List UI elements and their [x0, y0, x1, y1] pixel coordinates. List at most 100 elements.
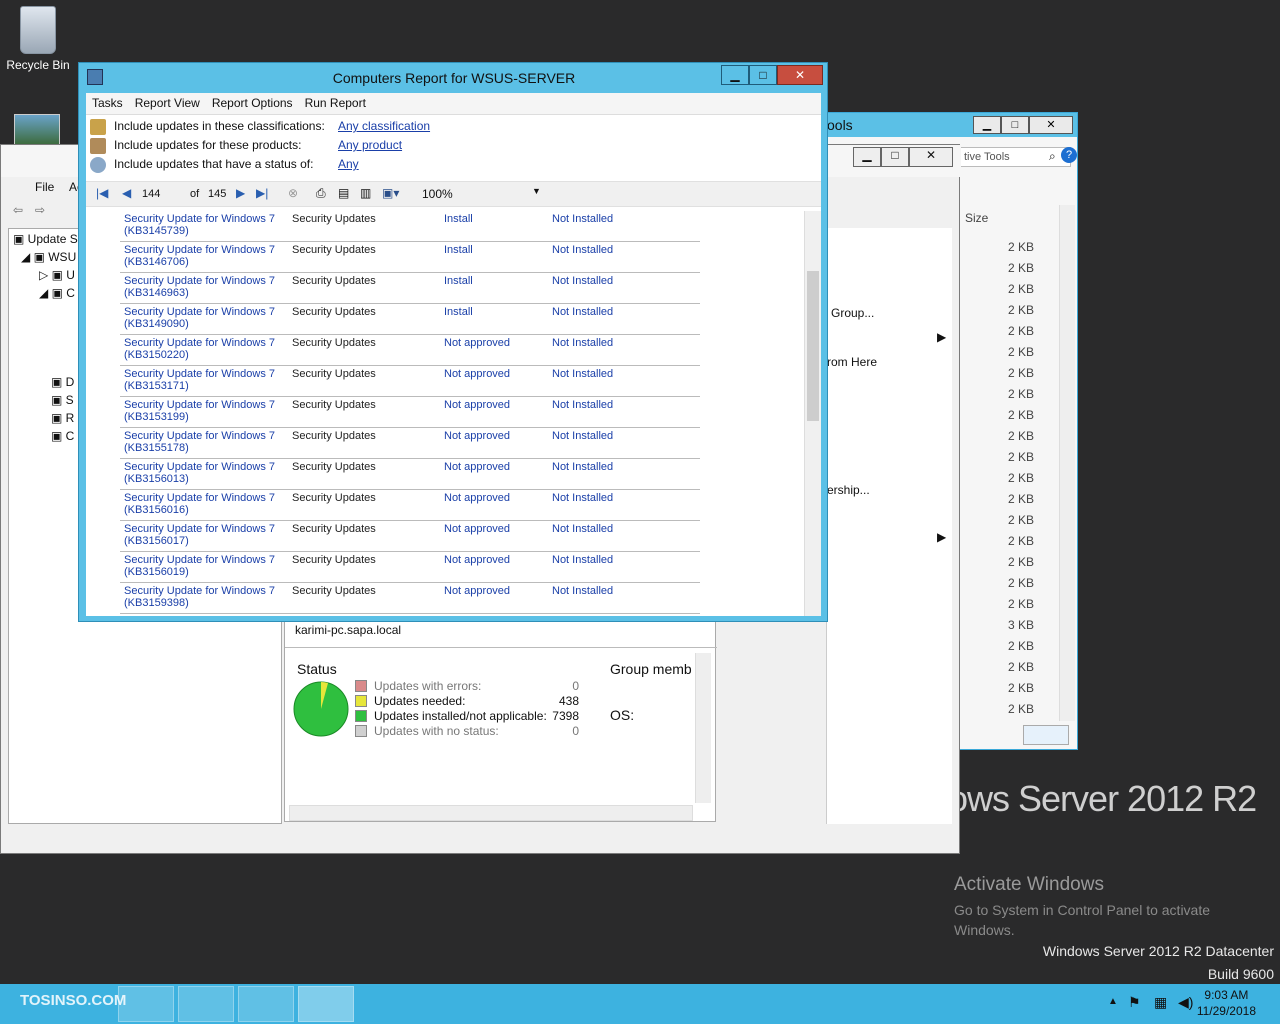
computers-report-window[interactable]: Computers Report for WSUS-SERVER ▁ □ ✕ T… [78, 62, 828, 622]
update-title-link[interactable]: Security Update for Windows 7 (KB3153199) [124, 399, 284, 423]
action-membership[interactable]: ership... [827, 483, 870, 497]
previous-page-icon[interactable]: ◀ [122, 186, 131, 200]
next-page-icon[interactable]: ▶ [236, 186, 245, 200]
update-title-link[interactable]: Security Update for Windows 7 (KB3153171) [124, 368, 284, 392]
maximize-button[interactable]: □ [1001, 116, 1029, 134]
action-remove-from-here[interactable]: rom Here [827, 355, 877, 369]
first-page-icon[interactable]: |◀ [96, 186, 108, 200]
tree-item-synchronizations[interactable]: ▣ S [51, 393, 74, 407]
menu-report-options[interactable]: Report Options [206, 93, 299, 113]
status-cell[interactable]: Not Installed [552, 399, 613, 411]
volume-icon[interactable]: ◀) [1178, 994, 1193, 1011]
status-cell[interactable]: Not Installed [552, 492, 613, 504]
approval-cell[interactable]: Not approved [444, 368, 510, 380]
approval-cell[interactable]: Not approved [444, 585, 510, 597]
scroll-thumb[interactable] [807, 271, 819, 421]
detail-horizontal-scrollbar[interactable] [289, 805, 693, 821]
update-title-link[interactable]: Security Update for Windows 7 (KB3146963) [124, 275, 284, 299]
taskbar-clock[interactable]: 9:03 AM 11/29/2018 [1197, 987, 1256, 1019]
update-title-link[interactable]: Security Update for Windows 7 (KB3156013) [124, 461, 284, 485]
tree-item-updates[interactable]: ▷ ▣ U [39, 268, 75, 282]
wsus-taskbar-button[interactable] [298, 986, 354, 1022]
mmc-minimize-button[interactable]: ▁ [853, 147, 881, 167]
update-title-link[interactable]: Security Update for Windows 7 (KB3156019) [124, 554, 284, 578]
any-classification-link[interactable]: Any classification [338, 117, 430, 136]
tree-item-options[interactable]: ▣ C [51, 429, 74, 443]
network-icon[interactable]: ▦ [1154, 994, 1167, 1011]
tree-item-wsus-server[interactable]: ◢ ▣ WSU [21, 250, 76, 264]
approval-cell[interactable]: Not approved [444, 337, 510, 349]
status-cell[interactable]: Not Installed [552, 306, 613, 318]
approval-cell[interactable]: Not approved [444, 399, 510, 411]
back-arrow-icon[interactable]: ⇦ [13, 203, 29, 217]
approval-cell[interactable]: Install [444, 244, 473, 256]
mmc-close-button[interactable]: ✕ [909, 147, 953, 167]
update-title-link[interactable]: Security Update for Windows 7 (KB3150220) [124, 337, 284, 361]
report-minimize-button[interactable]: ▁ [721, 65, 749, 85]
recycle-bin-desktop-icon[interactable]: Recycle Bin [4, 6, 72, 72]
menu-report-view[interactable]: Report View [129, 93, 206, 113]
status-cell[interactable]: Not Installed [552, 430, 613, 442]
approval-cell[interactable]: Not approved [444, 461, 510, 473]
approval-cell[interactable]: Install [444, 213, 473, 225]
status-cell[interactable]: Not Installed [552, 585, 613, 597]
status-cell[interactable]: Not Installed [552, 337, 613, 349]
stop-icon[interactable]: ⊗ [288, 186, 298, 200]
action-center-flag-icon[interactable]: ⚑ [1128, 994, 1141, 1011]
any-status-link[interactable]: Any [338, 155, 359, 174]
approval-cell[interactable]: Not approved [444, 492, 510, 504]
page-number-input[interactable]: 144 [142, 188, 182, 200]
tree-item-computers[interactable]: ◢ ▣ C [39, 286, 75, 300]
forward-arrow-icon[interactable]: ⇨ [35, 203, 51, 217]
approval-cell[interactable]: Install [444, 306, 473, 318]
update-title-link[interactable]: Security Update for Windows 7 (KB3155178) [124, 430, 284, 454]
any-product-link[interactable]: Any product [338, 136, 402, 155]
approval-cell[interactable]: Not approved [444, 554, 510, 566]
menu-tasks[interactable]: Tasks [86, 93, 129, 113]
update-title-link[interactable]: Security Update for Windows 7 (KB3146706) [124, 244, 284, 268]
menu-file[interactable]: File [35, 180, 54, 194]
last-page-icon[interactable]: ▶| [256, 186, 268, 200]
report-vertical-scrollbar[interactable] [804, 211, 821, 616]
status-cell[interactable]: Not Installed [552, 554, 613, 566]
status-cell[interactable]: Not Installed [552, 368, 613, 380]
minimize-button[interactable]: ▁ [973, 116, 1001, 134]
help-icon[interactable]: ? [1061, 147, 1077, 163]
report-close-button[interactable]: ✕ [777, 65, 823, 85]
update-title-link[interactable]: Security Update for Windows 7 (KB3145739) [124, 213, 284, 237]
update-title-link[interactable]: Security Update for Windows 7 (KB3159398) [124, 585, 284, 609]
report-maximize-button[interactable]: □ [749, 65, 777, 85]
explorer-taskbar-button[interactable] [178, 986, 234, 1022]
server-manager-taskbar-button[interactable] [238, 986, 294, 1022]
export-icon[interactable]: ▣▾ [382, 186, 399, 200]
update-title-link[interactable]: Security Update for Windows 7 (KB3149090) [124, 306, 284, 330]
approval-cell[interactable]: Not approved [444, 430, 510, 442]
update-title-link[interactable]: Security Update for Windows 7 (KB3156017) [124, 523, 284, 547]
admin-tools-scrollbar[interactable] [1059, 205, 1075, 721]
tray-expand-icon[interactable]: ▲ [1108, 996, 1118, 1007]
status-cell[interactable]: Not Installed [552, 244, 613, 256]
details-view-icon[interactable] [1023, 725, 1069, 745]
mmc-maximize-button[interactable]: □ [881, 147, 909, 167]
update-title-link[interactable]: Security Update for Windows 7 (KB3156016) [124, 492, 284, 516]
status-cell[interactable]: Not Installed [552, 523, 613, 535]
powershell-taskbar-button[interactable] [118, 986, 174, 1022]
tree-item-reports[interactable]: ▣ R [51, 411, 74, 425]
zoom-select[interactable]: 100% [422, 187, 542, 201]
status-cell[interactable]: Not Installed [552, 213, 613, 225]
print-layout-icon[interactable]: ▤ [338, 186, 349, 200]
menu-run-report[interactable]: Run Report [299, 93, 372, 113]
approval-cell[interactable]: Not approved [444, 523, 510, 535]
status-cell[interactable]: Not Installed [552, 275, 613, 287]
action-group[interactable]: Group... [831, 306, 874, 320]
detail-vertical-scrollbar[interactable] [695, 653, 711, 803]
print-icon[interactable]: ⎙ [316, 186, 326, 201]
size-column-header[interactable]: Size [965, 211, 988, 225]
status-cell[interactable]: Not Installed [552, 461, 613, 473]
close-button[interactable]: ✕ [1029, 116, 1073, 134]
approval-cell[interactable]: Install [444, 275, 473, 287]
tree-item-update-services[interactable]: ▣ Update S [13, 232, 78, 246]
admin-tools-titlebar[interactable]: ools ▁ □ ✕ [823, 113, 1077, 137]
tree-item-downstream[interactable]: ▣ D [51, 375, 74, 389]
page-setup-icon[interactable]: ▥ [360, 186, 371, 200]
